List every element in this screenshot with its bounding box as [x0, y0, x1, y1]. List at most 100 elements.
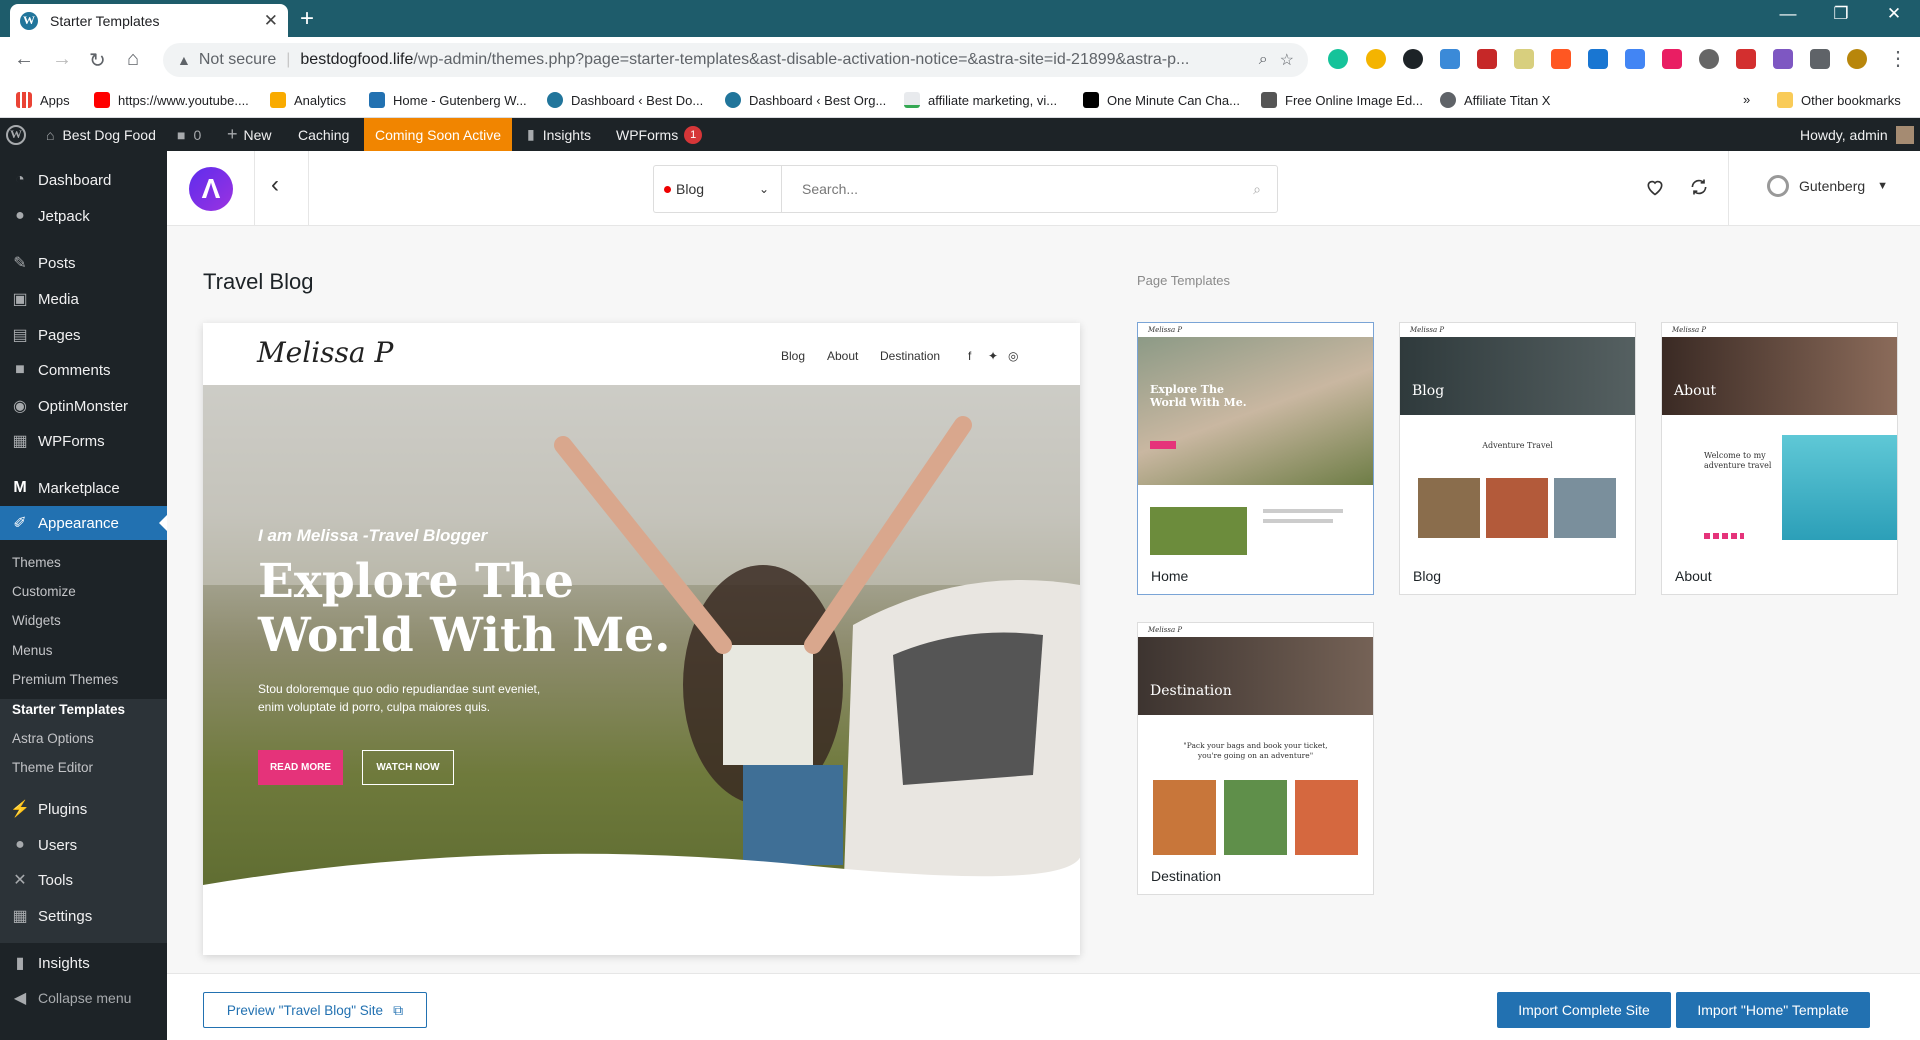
sidebar-item-users[interactable]: ● Users: [0, 828, 167, 862]
home-icon[interactable]: ⌂: [127, 48, 139, 71]
preview-navbar: Melissa P Blog About Destination f ✦ ◎: [203, 323, 1080, 385]
bookmark-item[interactable]: Affiliate Titan X: [1440, 92, 1550, 108]
favorites-heart-icon[interactable]: [1645, 177, 1665, 197]
wordpress-icon: [547, 92, 563, 108]
search-input[interactable]: Search... ⌕: [781, 165, 1278, 213]
apps-grid-icon: [16, 92, 32, 108]
extension-graph-icon[interactable]: [1773, 49, 1793, 69]
sidebar-item-jetpack[interactable]: ● Jetpack: [0, 199, 167, 233]
import-home-template-button[interactable]: Import "Home" Template: [1676, 992, 1870, 1028]
submenu-starter-templates[interactable]: Starter Templates: [12, 702, 125, 717]
browser-menu-icon[interactable]: ⋮: [1888, 46, 1908, 71]
sidebar-item-media[interactable]: ▣ Media: [0, 282, 167, 316]
site-preview[interactable]: Melissa P Blog About Destination f ✦ ◎ I…: [203, 323, 1080, 955]
bookmark-item[interactable]: One Minute Can Cha...: [1083, 92, 1240, 108]
sidebar-item-insights[interactable]: ▮ Insights: [0, 946, 167, 980]
sidebar-item-marketplace[interactable]: M Marketplace: [0, 471, 167, 505]
bookmarks-overflow[interactable]: »: [1743, 92, 1750, 107]
submenu-menus[interactable]: Menus: [12, 643, 53, 658]
close-window-icon[interactable]: ✕: [1871, 4, 1917, 24]
sidebar-item-pages[interactable]: ▤ Pages: [0, 318, 167, 352]
site-name-link[interactable]: ⌂ Best Dog Food: [46, 118, 156, 151]
submenu-widgets[interactable]: Widgets: [12, 613, 61, 628]
extension-k-icon[interactable]: [1403, 49, 1423, 69]
collapse-menu-button[interactable]: ◀ Collapse menu: [0, 981, 167, 1015]
template-banner-text: Destination: [1150, 683, 1232, 699]
extension-heart-icon[interactable]: [1366, 49, 1386, 69]
close-tab-icon[interactable]: ✕: [264, 11, 278, 31]
sidebar-item-tools[interactable]: ✕ Tools: [0, 863, 167, 897]
extension-new-icon[interactable]: [1736, 49, 1756, 69]
sidebar-item-dashboard[interactable]: ◔ Dashboard: [0, 163, 167, 197]
template-banner-text: Explore The World With Me.: [1150, 383, 1247, 409]
browser-tab[interactable]: W Starter Templates ✕: [10, 4, 288, 37]
forward-arrow-icon[interactable]: →: [52, 48, 72, 71]
caching-link[interactable]: Caching: [298, 118, 349, 151]
submenu-theme-editor[interactable]: Theme Editor: [12, 760, 93, 775]
sidebar-item-wpforms[interactable]: ▦ WPForms: [0, 424, 167, 458]
zoom-search-icon[interactable]: ⌕: [1259, 51, 1268, 69]
bookmark-item[interactable]: Dashboard ‹ Best Org...: [725, 92, 886, 108]
my-account-link[interactable]: Howdy, admin: [1800, 118, 1914, 151]
bookmark-item[interactable]: Apps: [16, 92, 70, 108]
new-content-link[interactable]: + New: [227, 118, 272, 151]
warning-icon: ▲: [177, 52, 191, 68]
bookmark-item[interactable]: affiliate marketing, vi...: [904, 92, 1057, 108]
starter-templates-app: Λ ‹ Blog ⌄ Search... ⌕ Gutenberg ▼ Travel B…: [167, 151, 1920, 1040]
back-chevron-icon[interactable]: ‹: [271, 171, 279, 199]
template-card-blog[interactable]: Melissa P Blog Adventure Travel Blog: [1399, 322, 1636, 595]
sidebar-item-settings[interactable]: ▦ Settings: [0, 899, 167, 933]
other-bookmarks[interactable]: Other bookmarks: [1777, 92, 1901, 108]
profile-avatar[interactable]: [1847, 49, 1867, 69]
minimize-icon[interactable]: —: [1765, 4, 1811, 24]
extension-chart-icon[interactable]: [1477, 49, 1497, 69]
submenu-premium-themes[interactable]: Premium Themes: [12, 672, 118, 687]
settings-icon: ▦: [12, 908, 28, 925]
extension-feather-icon[interactable]: [1588, 49, 1608, 69]
extension-hash-icon[interactable]: [1551, 49, 1571, 69]
extension-iq-icon[interactable]: [1440, 49, 1460, 69]
bookmark-item[interactable]: https://www.youtube....: [94, 92, 249, 108]
translate-icon[interactable]: [1625, 49, 1645, 69]
bookmark-star-icon[interactable]: ☆: [1280, 50, 1294, 70]
bookmark-item[interactable]: Analytics: [270, 92, 346, 108]
sidebar-item-posts[interactable]: ✎ Posts: [0, 246, 167, 280]
folder-icon: [1777, 92, 1793, 108]
preview-site-button[interactable]: Preview "Travel Blog" Site ⧉: [203, 992, 427, 1028]
wordpress-logo-icon[interactable]: W: [6, 118, 26, 151]
gutenberg-icon: [1767, 175, 1789, 197]
template-card-about[interactable]: Melissa P About Welcome to my adventure …: [1661, 322, 1898, 595]
address-bar[interactable]: ▲ Not secure | bestdogfood.life/wp-admin…: [163, 43, 1308, 77]
sidebar-item-optinmonster[interactable]: ◉ OptinMonster: [0, 389, 167, 423]
sync-icon[interactable]: [1689, 177, 1709, 197]
submenu-astra-options[interactable]: Astra Options: [12, 731, 94, 746]
extensions-puzzle-icon[interactable]: [1810, 49, 1830, 69]
bookmark-item[interactable]: Free Online Image Ed...: [1261, 92, 1423, 108]
import-complete-site-button[interactable]: Import Complete Site: [1497, 992, 1671, 1028]
submenu-themes[interactable]: Themes: [12, 555, 61, 570]
bookmark-item[interactable]: Home - Gutenberg W...: [369, 92, 527, 108]
play-icon[interactable]: [1699, 49, 1719, 69]
comment-icon: ■: [177, 126, 186, 143]
astra-logo-icon[interactable]: Λ: [189, 167, 233, 211]
comments-link[interactable]: ■ 0: [177, 118, 201, 151]
maximize-icon[interactable]: ❐: [1818, 4, 1864, 24]
page-builder-select[interactable]: Gutenberg ▼: [1767, 175, 1888, 197]
sidebar-item-plugins[interactable]: ⚡ Plugins: [0, 792, 167, 826]
extension-tag-icon[interactable]: [1662, 49, 1682, 69]
template-card-destination[interactable]: Melissa P Destination "Pack your bags an…: [1137, 622, 1374, 895]
category-select[interactable]: Blog ⌄: [653, 165, 781, 213]
submenu-customize[interactable]: Customize: [12, 584, 76, 599]
wpforms-link[interactable]: WPForms 1: [616, 118, 703, 151]
template-card-home[interactable]: Melissa P Explore The World With Me. Hom…: [1137, 322, 1374, 595]
sidebar-item-comments[interactable]: ■ Comments: [0, 353, 167, 387]
bookmark-item[interactable]: Dashboard ‹ Best Do...: [547, 92, 703, 108]
reload-icon[interactable]: ↻: [89, 48, 106, 73]
grammarly-icon[interactable]: [1328, 49, 1348, 69]
sidebar-item-appearance[interactable]: ✐ Appearance: [0, 506, 167, 540]
extension-notes-icon[interactable]: [1514, 49, 1534, 69]
insights-link[interactable]: ▮ Insights: [527, 118, 591, 151]
new-tab-button[interactable]: +: [300, 5, 314, 33]
back-arrow-icon[interactable]: ←: [14, 48, 34, 71]
coming-soon-badge[interactable]: Coming Soon Active: [364, 118, 513, 151]
